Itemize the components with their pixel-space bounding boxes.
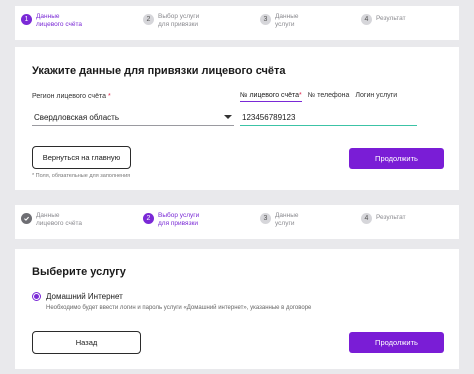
step-label: Данные лицевого счёта <box>36 212 83 227</box>
step-account-data: Данные лицевого счёта <box>21 212 82 228</box>
step-result: 4 Результат <box>361 212 406 224</box>
region-label-text: Регион лицевого счёта <box>32 93 106 100</box>
continue-button[interactable]: Продолжить <box>349 332 444 353</box>
step-service-choice: 2 Выбор услуги для привязки <box>143 13 199 29</box>
account-identifier-tabs: № лицевого счёта* № телефона Логин услуг… <box>240 92 403 102</box>
step-label: Выбор услуги для привязки <box>158 212 200 227</box>
continue-button[interactable]: Продолжить <box>349 148 444 169</box>
tab-phone-number[interactable]: № телефона <box>308 92 350 102</box>
back-to-home-button[interactable]: Вернуться на главную <box>32 146 131 169</box>
region-label: Регион лицевого счёта * <box>32 93 111 100</box>
step-label: Результат <box>376 214 406 221</box>
account-number-input[interactable]: 123456789123 <box>240 110 417 126</box>
account-number-value: 123456789123 <box>242 113 296 122</box>
step-number: 2 <box>143 14 154 25</box>
region-select[interactable]: Свердловская область <box>32 110 234 126</box>
step-number: 3 <box>260 213 271 224</box>
step-number: 2 <box>143 213 154 224</box>
account-form-card: Укажите данные для привязки лицевого счё… <box>15 47 459 190</box>
step-result: 4 Результат <box>361 13 406 25</box>
chevron-down-icon[interactable] <box>224 115 232 119</box>
step-account-data: 1 Данные лицевого счёта <box>21 13 82 29</box>
step-number: 4 <box>361 213 372 224</box>
required-fields-note: * Поля, обязательные для заполнения <box>32 173 131 179</box>
tab-label: № лицевого счёта <box>240 92 300 99</box>
progress-stepper-step1: 1 Данные лицевого счёта 2 Выбор услуги д… <box>15 6 459 40</box>
region-value: Свердловская область <box>34 113 119 122</box>
step-label: Данные услуги <box>275 212 299 227</box>
service-option-label[interactable]: Домашний Интернет <box>46 292 123 301</box>
step-service-choice: 2 Выбор услуги для привязки <box>143 212 199 228</box>
step-label: Данные лицевого счёта <box>36 13 83 28</box>
step-label: Выбор услуги для привязки <box>158 13 200 28</box>
required-mark: * <box>107 93 111 100</box>
page-title: Укажите данные для привязки лицевого счё… <box>32 65 286 77</box>
step-service-data: 3 Данные услуги <box>260 212 298 228</box>
tab-service-login[interactable]: Логин услуги <box>355 92 397 102</box>
service-form-card: Выберите услугу Домашний Интернет Необхо… <box>15 249 459 369</box>
required-mark: * <box>299 92 302 99</box>
radio-home-internet[interactable] <box>32 292 41 301</box>
step-label: Данные услуги <box>275 13 299 28</box>
step-label: Результат <box>376 15 406 22</box>
service-option-description: Необходимо будет ввести логин и пароль у… <box>46 305 312 311</box>
radio-selected-dot <box>34 294 39 299</box>
back-button[interactable]: Назад <box>32 331 141 354</box>
step-service-data: 3 Данные услуги <box>260 13 298 29</box>
step-number: 4 <box>361 14 372 25</box>
progress-stepper-step2: Данные лицевого счёта 2 Выбор услуги для… <box>15 205 459 239</box>
check-icon <box>21 213 32 224</box>
step-number: 3 <box>260 14 271 25</box>
tab-account-number[interactable]: № лицевого счёта* <box>240 92 302 102</box>
step-number: 1 <box>21 14 32 25</box>
section-title: Выберите услугу <box>32 266 126 278</box>
